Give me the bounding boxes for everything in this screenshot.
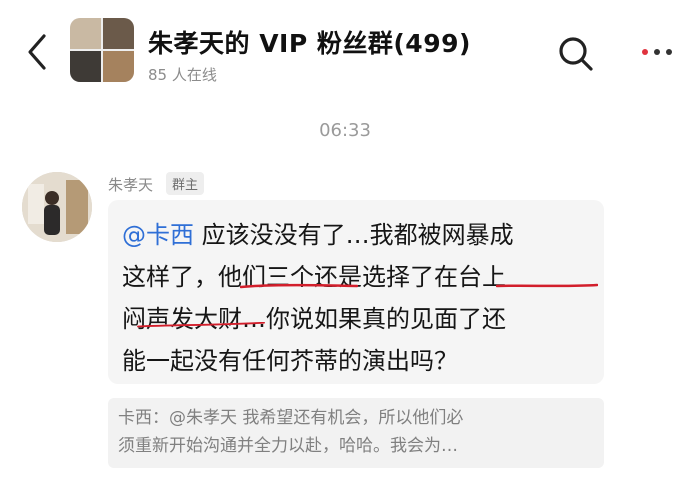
chat-header: 朱孝天的 VIP 粉丝群(499) 85 人在线 xyxy=(0,0,690,100)
message-line: 闷声发大财…你说如果真的见面了还 xyxy=(122,305,506,333)
message-timestamp: 06:33 xyxy=(319,120,371,141)
avatar-photo xyxy=(22,172,92,242)
quoted-text: 卡西：@朱孝天 我希望还有机会，所以他们必 须重新开始沟通并全力以赴，哈哈。我会… xyxy=(118,404,598,460)
mention-link[interactable]: @卡西 xyxy=(122,221,194,249)
search-button[interactable] xyxy=(556,34,596,74)
quote-line: 须重新开始沟通并全力以赴，哈哈。我会为… xyxy=(118,436,458,456)
online-count: 85 人在线 xyxy=(148,66,217,84)
more-dots-icon xyxy=(642,49,672,55)
group-title: 朱孝天的 VIP 粉丝群(499) xyxy=(148,29,471,58)
sender-name: 朱孝天 xyxy=(108,176,154,194)
group-avatar[interactable] xyxy=(70,18,134,82)
message-line: 这样了，他们三个还是选择了在台上 xyxy=(122,263,506,291)
role-badge: 群主 xyxy=(166,172,205,195)
more-button[interactable] xyxy=(640,44,674,60)
message-line: @卡西 应该没没有了…我都被网暴成 xyxy=(122,214,602,256)
sender-avatar[interactable] xyxy=(22,172,92,242)
back-button[interactable] xyxy=(20,30,56,74)
chevron-left-icon xyxy=(28,34,46,70)
search-icon xyxy=(559,37,593,71)
message-text: @卡西 应该没没有了…我都被网暴成 这样了，他们三个还是选择了在台上 闷声发大财… xyxy=(122,214,602,382)
message-line: 能一起没有任何芥蒂的演出吗？ xyxy=(122,347,458,375)
quote-line: 卡西：@朱孝天 我希望还有机会，所以他们必 xyxy=(118,408,464,428)
message-line-text: 应该没没有了…我都被网暴成 xyxy=(194,221,514,249)
